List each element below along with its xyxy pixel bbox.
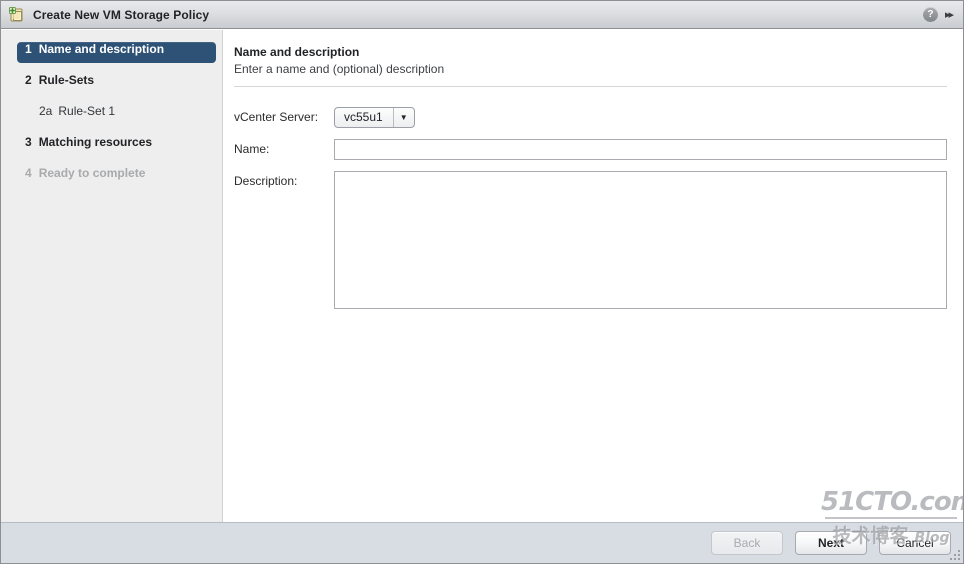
name-label: Name: [234, 142, 270, 156]
wizard-steps-sidebar: 1 Name and description 2 Rule-Sets 2a Ru… [1, 30, 223, 522]
expand-collapse-icon[interactable]: ▸▸ [945, 8, 954, 21]
sidebar-item-ready-to-complete: 4 Ready to complete [17, 166, 216, 187]
sidebar-item-rule-sets[interactable]: 2 Rule-Sets [17, 73, 216, 94]
description-textarea[interactable] [334, 171, 947, 309]
step-number: 4 [25, 166, 32, 180]
page-subtitle: Enter a name and (optional) description [234, 62, 445, 76]
vcenter-server-select[interactable]: vc55u1 ▼ [334, 107, 415, 128]
window-title: Create New VM Storage Policy [33, 7, 210, 22]
description-row: Description: [234, 171, 947, 309]
chevron-down-icon: ▼ [392, 108, 414, 127]
sidebar-item-rule-set-1[interactable]: 2a Rule-Set 1 [31, 104, 216, 125]
vcenter-server-row: vCenter Server: vc55u1 ▼ [234, 107, 947, 128]
create-vm-storage-policy-dialog: Create New VM Storage Policy ? ▸▸ 1 Name… [0, 0, 964, 564]
create-new-policy-icon [8, 6, 26, 24]
header-divider [234, 86, 947, 87]
main-content: Name and description Enter a name and (o… [224, 30, 963, 522]
footer-button-bar: Back Next Cancel [1, 522, 963, 563]
cancel-button[interactable]: Cancel [879, 531, 951, 555]
description-label: Description: [234, 174, 298, 188]
vcenter-server-value: vc55u1 [344, 110, 383, 124]
step-label: Matching resources [38, 135, 153, 149]
page-title: Name and description [234, 45, 360, 59]
title-bar: Create New VM Storage Policy ? ▸▸ [1, 1, 963, 29]
step-number: 2 [25, 73, 32, 87]
name-row: Name: [234, 139, 947, 160]
step-label: Name and description [38, 42, 165, 56]
step-label: Ready to complete [38, 166, 146, 180]
back-button: Back [711, 531, 783, 555]
vcenter-server-label: vCenter Server: [234, 110, 319, 124]
step-number: 3 [25, 135, 32, 149]
name-input[interactable] [334, 139, 947, 160]
step-number: 2a [39, 104, 53, 118]
step-number: 1 [25, 42, 32, 56]
titlebar-controls: ? ▸▸ [922, 7, 954, 22]
step-label: Rule-Set 1 [58, 104, 116, 118]
sidebar-item-name-and-description[interactable]: 1 Name and description [17, 42, 216, 63]
help-icon[interactable]: ? [922, 7, 938, 22]
next-button[interactable]: Next [795, 531, 867, 555]
step-label: Rule-Sets [38, 73, 95, 87]
sidebar-item-matching-resources[interactable]: 3 Matching resources [17, 135, 216, 156]
